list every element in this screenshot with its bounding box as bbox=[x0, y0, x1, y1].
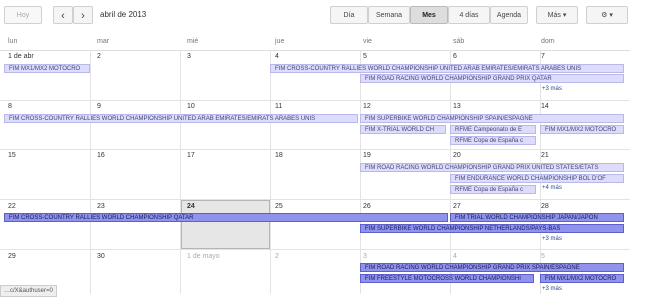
calendar-event[interactable]: FIM X-TRIAL WORLD CH bbox=[360, 125, 446, 134]
calendar-event[interactable]: FIM MX1/MX2 MOTOCRO bbox=[540, 274, 624, 283]
calendar-event[interactable]: FIM CROSS-COUNTRY RALLIES WORLD CHAMPION… bbox=[4, 213, 448, 222]
day-number[interactable]: 20 bbox=[453, 152, 461, 159]
day-number[interactable]: 27 bbox=[453, 203, 461, 210]
day-number[interactable]: 21 bbox=[541, 152, 549, 159]
today-button[interactable]: Hoy bbox=[4, 6, 42, 24]
day-number[interactable]: 14 bbox=[541, 103, 549, 110]
day-number-today[interactable]: 24 bbox=[187, 203, 195, 210]
calendar-event[interactable]: FIM MX1/MX2 MOTOCRO bbox=[4, 64, 90, 73]
day-number[interactable]: 12 bbox=[363, 103, 371, 110]
day-number[interactable]: 1 de mayo bbox=[187, 253, 220, 260]
day-number[interactable]: 5 bbox=[363, 53, 367, 60]
view-4days-button[interactable]: 4 días bbox=[448, 6, 490, 24]
view-day-button[interactable]: Día bbox=[330, 6, 368, 24]
more-events-link[interactable]: +3 más bbox=[542, 236, 562, 242]
weekday-header: jue bbox=[275, 38, 285, 45]
calendar-event[interactable]: FIM CROSS-COUNTRY RALLIES WORLD CHAMPION… bbox=[270, 64, 624, 73]
more-events-link[interactable]: +3 más bbox=[542, 86, 562, 92]
weekday-header: mar bbox=[97, 38, 110, 45]
day-number[interactable]: 3 bbox=[363, 253, 367, 260]
weekday-header: mié bbox=[187, 38, 199, 45]
more-button[interactable]: Más ▾ bbox=[536, 6, 578, 24]
day-number[interactable]: 9 bbox=[97, 103, 101, 110]
day-number[interactable]: 4 bbox=[275, 53, 279, 60]
weekday-header: sáb bbox=[453, 38, 465, 45]
chevron-left-icon: ‹ bbox=[61, 10, 65, 22]
calendar-event[interactable]: FIM ROAD RACING WORLD CHAMPIONSHIP GRAND… bbox=[360, 263, 624, 272]
weekday-header: vie bbox=[363, 38, 372, 45]
day-number[interactable]: 28 bbox=[541, 203, 549, 210]
weekday-header: lun bbox=[8, 38, 18, 45]
calendar-event[interactable]: FIM ROAD RACING WORLD CHAMPIONSHIP GRAND… bbox=[360, 74, 624, 83]
weekday-header: dom bbox=[541, 38, 555, 45]
day-number[interactable]: 3 bbox=[187, 53, 191, 60]
gear-icon: ⚙ ▾ bbox=[601, 12, 613, 19]
prev-button[interactable]: ‹ bbox=[53, 6, 73, 24]
calendar-event[interactable]: RFME Campeonato de E bbox=[450, 125, 536, 134]
day-number[interactable]: 8 bbox=[8, 103, 12, 110]
calendar-event[interactable]: FIM FREESTYLE MOTOCROSS WORLD CHAMPIONSH… bbox=[360, 274, 534, 283]
calendar-event[interactable]: FIM SUPERBIKE WORLD CHAMPIONSHIP NETHERL… bbox=[360, 224, 624, 233]
day-number[interactable]: 16 bbox=[97, 152, 105, 159]
day-number[interactable]: 22 bbox=[8, 203, 16, 210]
calendar-event[interactable]: FIM ROAD RACING WORLD CHAMPIONSHIP GRAND… bbox=[360, 163, 624, 172]
day-number[interactable]: 7 bbox=[541, 53, 545, 60]
day-number[interactable]: 2 bbox=[275, 253, 279, 260]
calendar-event[interactable]: FIM TRIAL WORLD CHAMPIONSHIP JAPAN/JAPON bbox=[450, 213, 624, 222]
calendar-event[interactable]: RFME Copa de España c bbox=[450, 185, 536, 194]
day-number[interactable]: 25 bbox=[275, 203, 283, 210]
day-number[interactable]: 15 bbox=[8, 152, 16, 159]
view-agenda-button[interactable]: Agenda bbox=[490, 6, 528, 24]
view-month-button[interactable]: Mes bbox=[410, 6, 448, 24]
chevron-right-icon: › bbox=[81, 10, 85, 22]
settings-button[interactable]: ⚙ ▾ bbox=[586, 6, 628, 24]
calendar-event[interactable]: FIM MX1/MX2 MOTOCRO bbox=[540, 125, 624, 134]
next-button[interactable]: › bbox=[73, 6, 93, 24]
month-title: abril de 2013 bbox=[100, 10, 147, 19]
day-number[interactable]: 13 bbox=[453, 103, 461, 110]
day-number[interactable]: 6 bbox=[453, 53, 457, 60]
day-number[interactable]: 1 de abr bbox=[8, 53, 34, 60]
day-number[interactable]: 23 bbox=[97, 203, 105, 210]
more-events-link[interactable]: +3 más bbox=[542, 286, 562, 292]
day-number[interactable]: 29 bbox=[8, 253, 16, 260]
calendar-event[interactable]: FIM ENDURANCE WORLD CHAMPIONSHIP BOL D'O… bbox=[450, 174, 624, 183]
day-number[interactable]: 26 bbox=[363, 203, 371, 210]
day-number[interactable]: 19 bbox=[363, 152, 371, 159]
month-grid bbox=[0, 50, 630, 295]
day-number[interactable]: 30 bbox=[97, 253, 105, 260]
day-number[interactable]: 5 bbox=[541, 253, 545, 260]
view-week-button[interactable]: Semana bbox=[368, 6, 410, 24]
status-url: …c/X&authuser=0 bbox=[0, 285, 57, 297]
calendar-event[interactable]: FIM SUPERBIKE WORLD CHAMPIONSHIP SPAIN/E… bbox=[360, 114, 624, 123]
calendar-event[interactable]: RFME Copa de España c bbox=[450, 136, 536, 145]
day-number[interactable]: 2 bbox=[97, 53, 101, 60]
day-number[interactable]: 18 bbox=[275, 152, 283, 159]
day-number[interactable]: 4 bbox=[453, 253, 457, 260]
day-number[interactable]: 17 bbox=[187, 152, 195, 159]
day-number[interactable]: 11 bbox=[275, 103, 282, 110]
calendar-event[interactable]: FIM CROSS-COUNTRY RALLIES WORLD CHAMPION… bbox=[4, 114, 358, 123]
day-number[interactable]: 10 bbox=[187, 103, 195, 110]
more-events-link[interactable]: +4 más bbox=[542, 185, 562, 191]
